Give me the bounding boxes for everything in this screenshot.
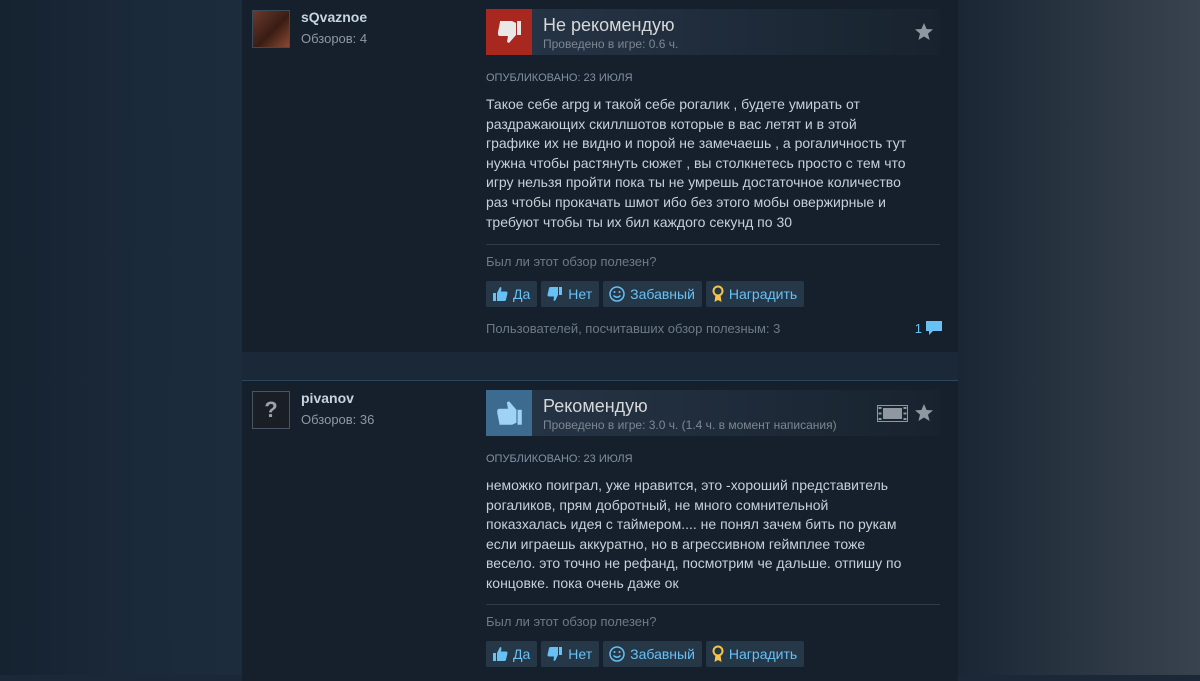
thumbs-up-icon xyxy=(486,390,532,436)
review-header[interactable]: Рекомендую Проведено в игре: 3.0 ч. (1.4… xyxy=(486,390,940,436)
thumbs-down-icon xyxy=(486,9,532,55)
review-text-line: требуют чтобы ты их бил каждого секунд п… xyxy=(486,213,793,230)
review-text-line: весело. это точно не рефанд, посмотрим ч… xyxy=(486,555,902,572)
star-icon[interactable] xyxy=(914,403,934,423)
hours-played: Проведено в игре: 0.6 ч. xyxy=(543,37,679,51)
background-right xyxy=(958,0,1200,675)
background-left xyxy=(0,0,242,675)
vote-buttons: Да Нет Забавный Наградить xyxy=(486,281,805,307)
review-text-line: Такое себе arpg и такой себе рогалик , б… xyxy=(486,96,860,112)
divider xyxy=(486,604,940,605)
reviewer-review-count[interactable]: Обзоров: 4 xyxy=(301,31,367,46)
avatar[interactable]: ? xyxy=(252,391,290,429)
hours-played: Проведено в игре: 3.0 ч. (1.4 ч. в момен… xyxy=(543,418,837,432)
vote-funny-button[interactable]: Забавный xyxy=(603,641,702,667)
review-verdict: Не рекомендую xyxy=(543,15,675,35)
posted-date: ОПУБЛИКОВАНО: 23 ИЮЛЯ xyxy=(486,453,633,465)
vote-yes-button[interactable]: Да xyxy=(486,641,538,667)
smiley-icon xyxy=(609,286,625,302)
award-button[interactable]: Наградить xyxy=(705,281,805,307)
review-text-line: раздражающих скиллшотов которые в вас ле… xyxy=(486,115,857,132)
vote-yes-label: Да xyxy=(513,286,531,302)
helpful-count: Пользователей, посчитавших обзор полезны… xyxy=(486,321,781,336)
review-text-line: если играешь аккуратно, но в агрессивном… xyxy=(486,535,866,552)
review-text-line: нужна чтобы растянуть сюжет , вы столкне… xyxy=(486,154,906,171)
helpful-question: Был ли этот обзор полезен? xyxy=(486,254,657,269)
award-icon xyxy=(712,645,724,662)
vote-no-button[interactable]: Нет xyxy=(541,641,600,667)
review-text: неможко поиграл, уже нравится, это -хоро… xyxy=(486,476,926,594)
vote-funny-label: Забавный xyxy=(630,286,695,302)
review-text-line: графике их не видно и порой не замечаешь… xyxy=(486,135,907,152)
review-card: ? pivanov Обзоров: 36 Рекомендую Проведе… xyxy=(242,380,958,681)
film-icon[interactable] xyxy=(877,405,908,422)
divider xyxy=(486,244,940,245)
posted-date: ОПУБЛИКОВАНО: 23 ИЮЛЯ xyxy=(486,72,633,84)
review-text-line: концовке. пока очень даже ок xyxy=(486,574,679,591)
thumbs-down-icon xyxy=(547,286,563,301)
review-card: sQvaznoe Обзоров: 4 Не рекомендую Провед… xyxy=(242,0,958,352)
review-text-line: игру нельзя пройти пока ты не умрешь дос… xyxy=(486,174,901,191)
award-icon xyxy=(712,285,724,302)
award-button[interactable]: Наградить xyxy=(705,641,805,667)
thumbs-up-icon xyxy=(493,647,508,662)
reviewer-name[interactable]: sQvaznoe xyxy=(301,9,367,25)
vote-funny-button[interactable]: Забавный xyxy=(603,281,702,307)
review-verdict: Рекомендую xyxy=(543,396,648,416)
review-text: Такое себе arpg и такой себе рогалик , б… xyxy=(486,95,926,232)
helpful-question: Был ли этот обзор полезен? xyxy=(486,614,657,629)
star-icon[interactable] xyxy=(914,22,934,42)
review-header[interactable]: Не рекомендую Проведено в игре: 0.6 ч. xyxy=(486,9,940,55)
vote-yes-button[interactable]: Да xyxy=(486,281,538,307)
reviewer-review-count[interactable]: Обзоров: 36 xyxy=(301,412,374,427)
reviewer-name[interactable]: pivanov xyxy=(301,390,354,406)
comment-count: 1 xyxy=(914,320,922,336)
review-text-line: рогаликов, прям добротный, не много сомн… xyxy=(486,496,829,513)
avatar[interactable] xyxy=(252,10,290,48)
thumbs-down-icon xyxy=(547,646,563,661)
award-label: Наградить xyxy=(728,646,798,662)
vote-funny-label: Забавный xyxy=(630,646,695,662)
review-text-line: показхалась идея с таймером.... не понял… xyxy=(486,516,897,533)
award-label: Наградить xyxy=(728,286,798,302)
vote-no-label: Нет xyxy=(568,286,593,302)
vote-yes-label: Да xyxy=(513,646,531,662)
vote-no-button[interactable]: Нет xyxy=(541,281,600,307)
thumbs-up-icon xyxy=(493,287,508,302)
vote-buttons: Да Нет Забавный Наградить xyxy=(486,641,805,667)
review-text-line: неможко поиграл, уже нравится, это -хоро… xyxy=(486,477,889,493)
reviews-column: sQvaznoe Обзоров: 4 Не рекомендую Провед… xyxy=(242,0,958,681)
smiley-icon xyxy=(609,646,625,662)
vote-no-label: Нет xyxy=(568,646,593,662)
comments-link[interactable]: 1 xyxy=(915,318,944,338)
comment-icon xyxy=(926,321,942,335)
review-text-line: раз чтобы прокачать шмот ибо без этого м… xyxy=(486,193,886,210)
